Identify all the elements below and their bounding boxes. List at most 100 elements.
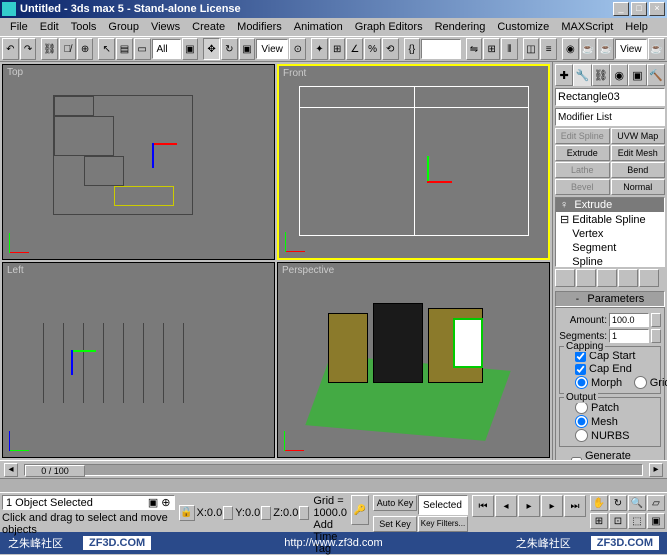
modifier-list-dropdown[interactable]: Modifier List — [555, 108, 665, 126]
region-zoom-button[interactable]: ⬚ — [628, 513, 646, 529]
rotate-button[interactable]: ↻ — [221, 38, 238, 60]
stack-item[interactable]: ♀ Extrude — [556, 198, 664, 212]
menu-modifiers[interactable]: Modifiers — [231, 21, 288, 33]
time-thumb[interactable]: 0 / 100 — [25, 465, 85, 477]
tab-create[interactable]: ✚ — [555, 64, 573, 86]
maximize-button[interactable]: □ — [631, 2, 647, 16]
segments-spinner[interactable] — [609, 329, 649, 343]
redo-button[interactable]: ↷ — [20, 38, 37, 60]
time-slider[interactable]: ◂ 0 / 100 ▸ — [0, 460, 667, 478]
tab-hierarchy[interactable]: ⛓ — [592, 64, 610, 86]
auto-key-button[interactable]: Auto Key — [373, 495, 417, 511]
trackbar[interactable] — [0, 478, 667, 492]
quick-render-button[interactable]: ☕ — [597, 38, 614, 60]
prev-frame-button[interactable]: ◂ — [495, 495, 517, 517]
close-button[interactable]: × — [649, 2, 665, 16]
viewport-front[interactable]: Front — [277, 64, 550, 260]
trackview-button[interactable]: ≡ — [540, 38, 557, 60]
grid-radio[interactable] — [634, 376, 647, 389]
gen-mapping-check[interactable] — [571, 457, 582, 461]
set-key-button[interactable]: Set Key — [373, 516, 417, 532]
menu-tools[interactable]: Tools — [65, 21, 103, 33]
viewport-perspective[interactable]: Perspective — [277, 262, 550, 458]
mod-extrude[interactable]: Extrude — [555, 145, 610, 161]
cap-end-check[interactable] — [575, 364, 586, 375]
select-name-button[interactable]: ▤ — [116, 38, 133, 60]
named-sets-list[interactable] — [421, 39, 460, 59]
goto-start-button[interactable]: ⏮ — [472, 495, 494, 517]
percent-snap-button[interactable]: % — [364, 38, 381, 60]
tab-display[interactable]: ▣ — [628, 64, 646, 86]
render-type[interactable]: View — [615, 39, 647, 59]
schematic-button[interactable]: ◫ — [523, 38, 540, 60]
nurbs-radio[interactable] — [575, 429, 588, 442]
scale-button[interactable]: ▣ — [239, 38, 256, 60]
time-prev-button[interactable]: ◂ — [4, 463, 18, 477]
stack-item[interactable]: Vertex — [556, 227, 664, 241]
morph-radio[interactable] — [575, 376, 588, 389]
show-result-button[interactable] — [576, 269, 596, 287]
segments-spinner-btn[interactable] — [651, 329, 661, 343]
mesh-radio[interactable] — [575, 415, 588, 428]
remove-modifier-button[interactable] — [618, 269, 638, 287]
angle-snap-button[interactable]: ∠ — [346, 38, 363, 60]
zoom-all-button[interactable]: ⊞ — [590, 513, 608, 529]
zoom-button[interactable]: 🔍 — [628, 495, 646, 511]
minimize-button[interactable]: _ — [613, 2, 629, 16]
amount-spinner[interactable] — [609, 313, 649, 327]
render-scene-button[interactable]: ☕ — [580, 38, 597, 60]
modifier-stack[interactable]: ♀ Extrude ⊟ Editable Spline Vertex Segme… — [555, 197, 665, 267]
selection-filter[interactable]: All — [152, 39, 181, 59]
key-selected-dropdown[interactable]: Selected — [418, 495, 468, 515]
amount-spinner-btn[interactable] — [651, 313, 661, 327]
array-button[interactable]: ⊞ — [483, 38, 500, 60]
arc-rotate-button[interactable]: ↻ — [609, 495, 627, 511]
key-filters-button[interactable]: Key Filters... — [418, 516, 468, 532]
mod-edit-spline[interactable]: Edit Spline — [555, 128, 610, 144]
pin-stack-button[interactable] — [555, 269, 575, 287]
link-button[interactable]: ⛓ — [41, 38, 58, 60]
cap-start-check[interactable] — [575, 351, 586, 362]
fov-button[interactable]: ▱ — [647, 495, 665, 511]
selection-lock-button[interactable]: 🔒 — [179, 505, 195, 521]
spinner-snap-button[interactable]: ⟲ — [382, 38, 399, 60]
mirror-button[interactable]: ⇋ — [466, 38, 483, 60]
time-next-button[interactable]: ▸ — [649, 463, 663, 477]
align-button[interactable]: ⫴ — [501, 38, 518, 60]
make-unique-button[interactable] — [597, 269, 617, 287]
menu-create[interactable]: Create — [186, 21, 231, 33]
pivot-button[interactable]: ⊙ — [289, 38, 306, 60]
ref-coord-system[interactable]: View — [256, 39, 288, 59]
mod-edit-mesh[interactable]: Edit Mesh — [611, 145, 666, 161]
menu-maxscript[interactable]: MAXScript — [555, 21, 619, 33]
zoom-extents-button[interactable]: ⊡ — [609, 513, 627, 529]
menu-grapheditors[interactable]: Graph Editors — [349, 21, 429, 33]
pan-button[interactable]: ✋ — [590, 495, 608, 511]
tab-utilities[interactable]: 🔨 — [647, 64, 665, 86]
stack-item[interactable]: ⊟ Editable Spline — [556, 212, 664, 227]
move-button[interactable]: ✥ — [203, 38, 220, 60]
mod-lathe[interactable]: Lathe — [555, 162, 610, 178]
menu-help[interactable]: Help — [619, 21, 654, 33]
menu-customize[interactable]: Customize — [491, 21, 555, 33]
menu-rendering[interactable]: Rendering — [429, 21, 492, 33]
named-sets-button[interactable]: {} — [404, 38, 421, 60]
manipulate-button[interactable]: ✦ — [311, 38, 328, 60]
undo-button[interactable]: ↶ — [2, 38, 19, 60]
configure-sets-button[interactable] — [639, 269, 659, 287]
play-button[interactable]: ▸ — [518, 495, 540, 517]
tab-motion[interactable]: ◉ — [610, 64, 628, 86]
viewport-top[interactable]: Top — [2, 64, 275, 260]
tab-modify[interactable]: 🔧 — [573, 64, 591, 86]
mod-bend[interactable]: Bend — [611, 162, 666, 178]
select-button[interactable]: ↖ — [98, 38, 115, 60]
goto-end-button[interactable]: ⏭ — [564, 495, 586, 517]
material-button[interactable]: ◉ — [562, 38, 579, 60]
mod-normal[interactable]: Normal — [611, 179, 666, 195]
next-frame-button[interactable]: ▸ — [541, 495, 563, 517]
time-track[interactable]: 0 / 100 — [24, 464, 643, 476]
object-name-field[interactable] — [555, 88, 665, 106]
unlink-button[interactable]: ⛓̸ — [59, 38, 76, 60]
stack-item[interactable]: Spline — [556, 255, 664, 269]
menu-edit[interactable]: Edit — [34, 21, 65, 33]
